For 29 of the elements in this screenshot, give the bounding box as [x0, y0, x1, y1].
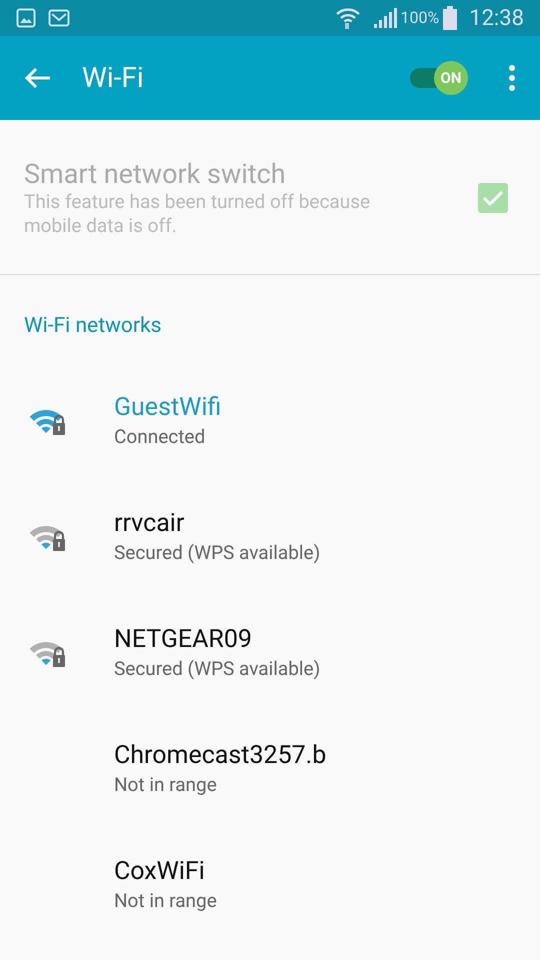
battery-icon	[443, 6, 458, 30]
screen-title: Wi-Fi	[82, 60, 144, 96]
network-name: NETGEAR09	[114, 624, 253, 656]
network-name: GuestWifi	[114, 392, 222, 424]
network-name: rrvcair	[114, 508, 186, 540]
image-icon	[16, 8, 36, 28]
back-icon[interactable]	[24, 66, 52, 90]
network-row[interactable]: NETGEAR09 Secured (WPS available)	[0, 594, 540, 710]
network-name: Chromecast3257.b	[114, 740, 326, 772]
more-icon[interactable]	[508, 65, 516, 91]
mail-icon	[48, 9, 70, 27]
network-row[interactable]: CoxWiFi Not in range	[0, 826, 540, 942]
network-status: Secured (WPS available)	[114, 540, 320, 566]
checkmark-icon	[482, 189, 504, 207]
signal-icon	[372, 7, 396, 29]
network-status: Not in range	[114, 772, 218, 798]
network-status: Not in range	[114, 888, 217, 914]
network-row[interactable]: Chromecast3257.b Not in range	[0, 710, 540, 826]
setting-title: Smart network switch	[24, 158, 287, 190]
wifi-icon	[334, 6, 360, 30]
network-row[interactable]: GuestWifi Connected	[0, 362, 540, 478]
clock: 12:38	[469, 4, 524, 32]
setting-description: This feature has been turned off because mobile data is off.	[24, 190, 372, 238]
network-name: CoxWiFi	[114, 856, 206, 888]
battery-percent: 100%	[400, 7, 440, 29]
network-row[interactable]: rrvcair Secured (WPS available)	[0, 478, 540, 594]
network-status: Connected	[114, 424, 206, 450]
network-status: Secured (WPS available)	[114, 656, 320, 682]
section-header: Wi-Fi networks	[23, 313, 162, 340]
